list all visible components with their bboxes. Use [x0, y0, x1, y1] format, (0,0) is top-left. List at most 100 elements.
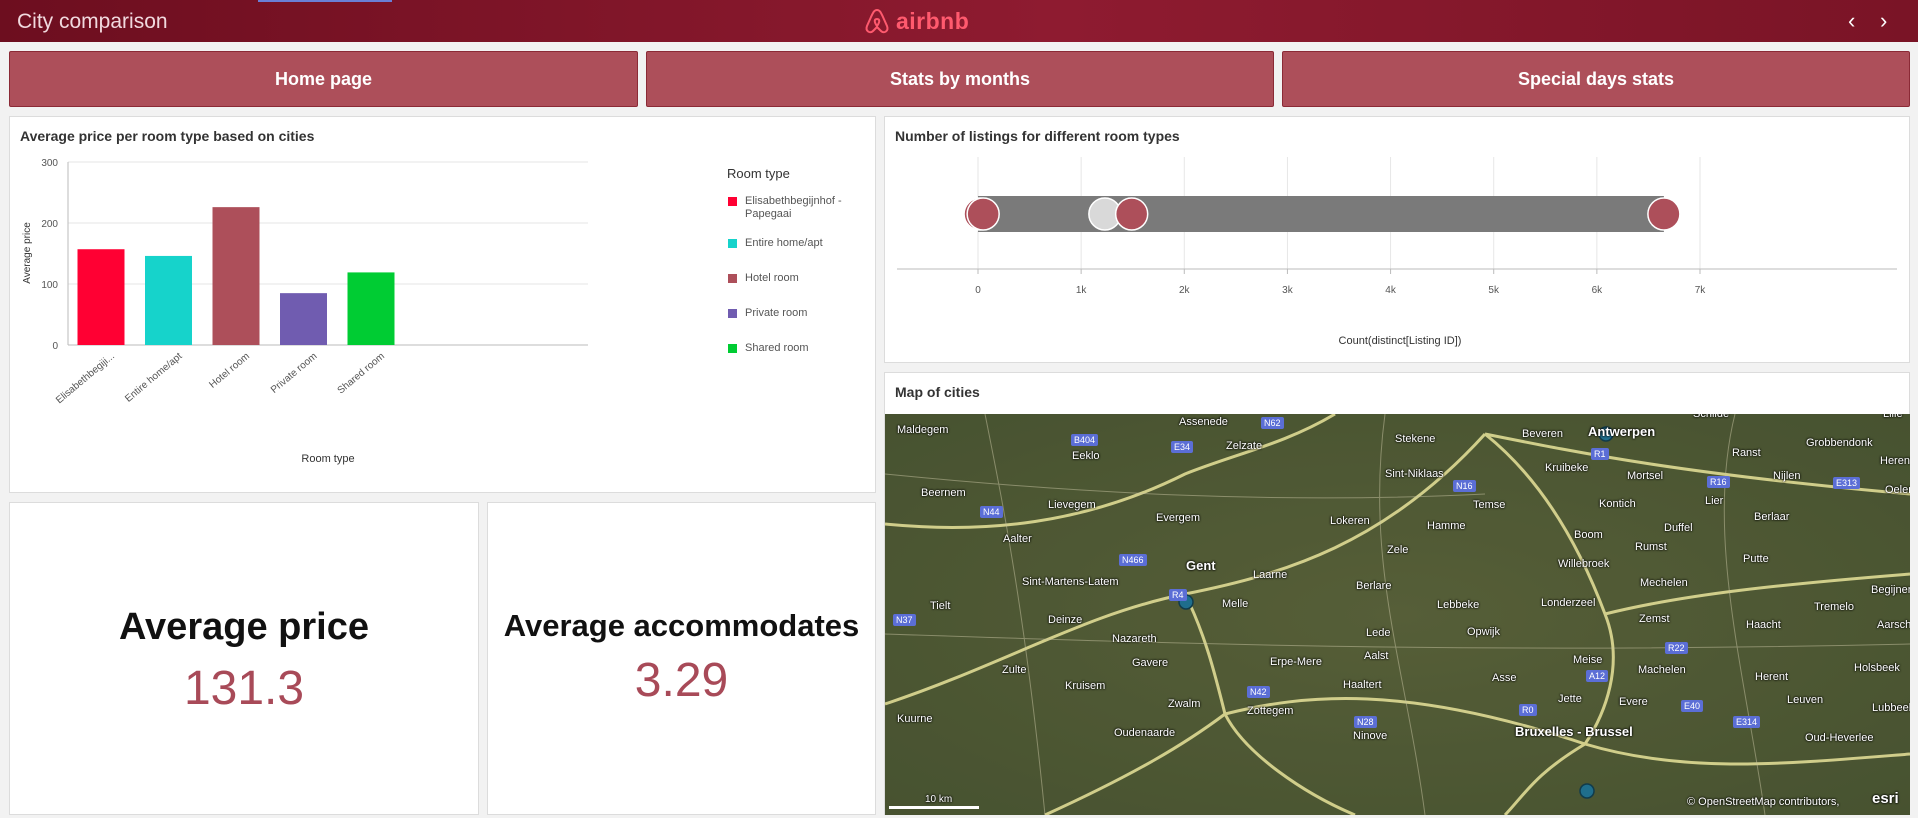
- bar: [77, 249, 125, 345]
- map-place-label: Aarschot: [1877, 619, 1910, 631]
- listings-range-chart: 0 1k 2k 3k 4k 5k 6k 7k Count(distinct[Listing ID…: [897, 157, 1897, 347]
- next-sheet-button[interactable]: ›: [1880, 10, 1887, 32]
- map-place-label: Stekene: [1395, 433, 1436, 445]
- map-place-label: Antwerpen: [1588, 424, 1656, 439]
- legend-item[interactable]: Elisabethbegijnhof - Papegaai: [728, 195, 868, 221]
- x-axis-label: Room type: [301, 453, 354, 465]
- bar: [145, 255, 192, 345]
- map-place-label: Ranst: [1732, 447, 1761, 459]
- map-place-label: Aalst: [1364, 650, 1389, 662]
- map-place-label: Lebbeke: [1437, 599, 1480, 611]
- prev-sheet-button[interactable]: ‹: [1848, 10, 1855, 32]
- map-place-label: Begijnendijk: [1871, 584, 1910, 596]
- top-accent-line: [258, 0, 392, 2]
- kpi-title: Average accommodates: [503, 608, 860, 643]
- x-tick-label: 2k: [1179, 285, 1191, 296]
- x-tick-label: 3k: [1282, 285, 1294, 296]
- map-place-label: Zulte: [1002, 664, 1027, 676]
- special-days-stats-button[interactable]: Special days stats: [1282, 51, 1910, 107]
- map-place-label: Schilde: [1693, 414, 1730, 420]
- legend-item[interactable]: Entire home/apt: [728, 237, 868, 250]
- map-place-label: Beveren: [1522, 428, 1563, 440]
- map-place-label: Kuurne: [897, 713, 933, 725]
- road-shield: R16: [1707, 476, 1730, 488]
- map-place-label: Deinze: [1048, 614, 1083, 626]
- road-shield: E34: [1171, 441, 1194, 453]
- city-map[interactable]: Maldegem Assenede Stekene Beveren Antwerpen E…: [885, 414, 1910, 815]
- map-place-label: Oud-Heverlee: [1805, 732, 1874, 744]
- legend-swatch: [728, 309, 737, 318]
- map-place-label: Putte: [1743, 553, 1769, 565]
- map-place-label: Zottegem: [1247, 705, 1294, 717]
- map-place-label: Berlaar: [1754, 511, 1790, 523]
- x-tick-label: 6k: [1592, 285, 1604, 296]
- y-tick-label: 0: [52, 341, 58, 352]
- map-place-label: Jette: [1558, 693, 1582, 705]
- x-tick-label: 0: [975, 285, 981, 296]
- map-place-label: Ninove: [1353, 730, 1388, 742]
- road-shield: E313: [1833, 477, 1861, 489]
- map-place-label: Tielt: [930, 600, 951, 612]
- map-place-label: Zelzate: [1226, 440, 1263, 452]
- road-shield: N62: [1261, 417, 1284, 429]
- listings-panel: Number of listings for different room ty…: [884, 116, 1910, 363]
- map-place-label: Hamme: [1427, 520, 1466, 532]
- range-bar: [978, 196, 1664, 232]
- road-shield: B404: [1071, 434, 1099, 446]
- map-place-label: Mechelen: [1640, 577, 1688, 589]
- map-title: Map of cities: [895, 384, 980, 400]
- road-shield: R1: [1591, 448, 1609, 460]
- map-place-label: Sint-Niklaas: [1385, 468, 1444, 480]
- top-bar: City comparison airbnb ‹ ›: [0, 0, 1918, 42]
- map-place-label: Kontich: [1599, 498, 1636, 510]
- legend-item[interactable]: Private room: [728, 307, 868, 320]
- map-place-label: Haacht: [1746, 619, 1781, 631]
- map-place-label: Zele: [1387, 544, 1409, 556]
- map-place-label: Erpe-Mere: [1270, 656, 1322, 668]
- map-place-label: Lede: [1366, 627, 1391, 639]
- home-page-button[interactable]: Home page: [9, 51, 638, 107]
- map-place-label: Rumst: [1635, 541, 1667, 553]
- map-place-label: Kruibeke: [1545, 462, 1589, 474]
- map-place-label: Lille: [1883, 414, 1903, 420]
- legend-item[interactable]: Hotel room: [728, 272, 868, 285]
- map-place-label: Gent: [1186, 558, 1216, 573]
- x-tick-label: Shared room: [336, 351, 387, 397]
- road-shield: N16: [1453, 480, 1476, 492]
- map-place-label: Opwijk: [1467, 626, 1501, 638]
- map-place-label: Grobbendonk: [1806, 437, 1873, 449]
- map-place-label: Evere: [1619, 696, 1648, 708]
- map-place-label: Londerzeel: [1541, 597, 1596, 609]
- bar: [280, 293, 327, 345]
- road-shield: R0: [1519, 704, 1537, 716]
- map-place-label: Tremelo: [1814, 601, 1854, 613]
- legend-item[interactable]: Shared room: [728, 342, 868, 355]
- map-place-label: Maldegem: [897, 424, 949, 436]
- road-shield: R22: [1665, 642, 1688, 654]
- stats-by-months-button[interactable]: Stats by months: [646, 51, 1274, 107]
- y-axis-label: Average price: [22, 222, 33, 284]
- map-place-label: Nazareth: [1112, 633, 1157, 645]
- sheet-title: City comparison: [17, 10, 168, 33]
- map-place-label: Boom: [1574, 529, 1603, 541]
- map-place-label: Holsbeek: [1854, 662, 1900, 674]
- legend-title: Room type: [727, 166, 790, 181]
- y-tick-label: 100: [41, 280, 58, 291]
- x-tick-label: Entire home/apt: [123, 351, 184, 405]
- bar-chart-panel: Average price per room type based on cit…: [9, 116, 876, 493]
- map-place-label: Mortsel: [1627, 470, 1664, 482]
- bar: [347, 272, 395, 345]
- airbnb-icon: [865, 8, 889, 34]
- map-place-label: Lokeren: [1330, 515, 1370, 527]
- map-place-label: Laarne: [1253, 569, 1288, 581]
- x-tick-label: 1k: [1076, 285, 1088, 296]
- x-tick-label: Private room: [269, 351, 319, 396]
- map-place-label: Oudenaarde: [1114, 727, 1176, 739]
- map-place-label: Leuven: [1787, 694, 1824, 706]
- map-place-label: Willebroek: [1558, 558, 1610, 570]
- map-place-label: Lubbeek: [1872, 702, 1910, 714]
- road-shield: N42: [1247, 686, 1270, 698]
- map-place-label: Berlare: [1356, 580, 1392, 592]
- y-tick-label: 300: [41, 158, 58, 169]
- legend-swatch: [728, 344, 737, 353]
